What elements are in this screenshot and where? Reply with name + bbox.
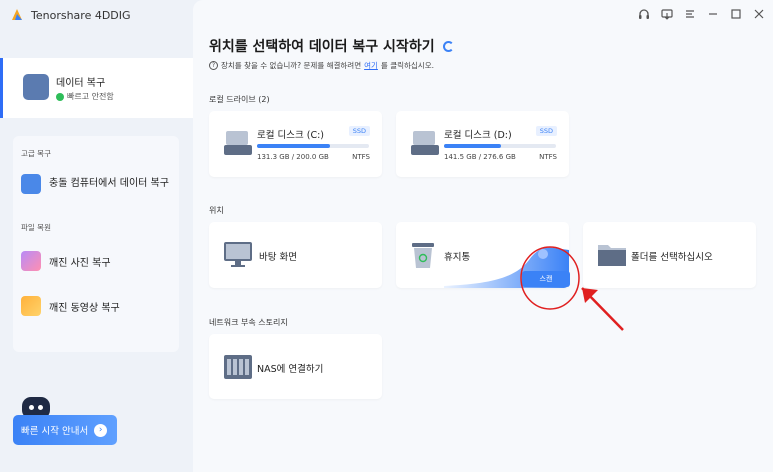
drive-type-badge: SSD bbox=[348, 126, 370, 136]
location-label-text: 바탕 화면 bbox=[259, 252, 297, 263]
advanced-panel: 고급 복구 충돌 컴퓨터에서 데이터 복구 파일 복원 깨진 사진 복구 깨진 … bbox=[13, 136, 179, 352]
sidebar-item-label: 깨진 사진 복구 bbox=[49, 257, 111, 269]
drive-type-badge: SSD bbox=[535, 126, 557, 136]
window-controls bbox=[638, 7, 765, 21]
sidebar-item-video-repair[interactable]: 깨진 동영상 복구 bbox=[21, 296, 120, 316]
annotation-circle bbox=[520, 246, 580, 310]
sidebar-item-subtitle: 빠르고 안전함 bbox=[67, 92, 114, 101]
drive-filesystem: NTFS bbox=[539, 153, 557, 161]
sidebar-item-label: 깨진 동영상 복구 bbox=[49, 302, 120, 314]
photo-icon bbox=[21, 251, 41, 271]
arrow-right-icon: › bbox=[94, 423, 108, 437]
sidebar: Tenorshare 4DDIG 데이터 복구 빠르고 안전함 고급 복구 충돌… bbox=[0, 0, 193, 472]
sidebar-item-label: 충돌 컴퓨터에서 데이터 복구 bbox=[49, 178, 169, 189]
minimize-icon[interactable] bbox=[707, 7, 719, 21]
main-panel: 위치를 선택하여 데이터 복구 시작하기 ? 장치를 찾을 수 없습니까? 문제… bbox=[193, 0, 773, 472]
location-label-text: 폴더를 선택하십시오 bbox=[631, 252, 713, 263]
desktop-icon bbox=[224, 242, 252, 267]
drive-usage-bar bbox=[257, 144, 369, 148]
monitor-icon[interactable] bbox=[661, 7, 673, 21]
drive-name: 로컬 디스크 (C:) bbox=[257, 130, 324, 141]
menu-icon[interactable] bbox=[684, 7, 696, 21]
quick-start-button[interactable]: 빠른 시작 안내서 › bbox=[13, 415, 117, 445]
disk-icon bbox=[224, 131, 252, 157]
logo-icon bbox=[12, 9, 22, 20]
sidebar-item-data-recovery[interactable]: 데이터 복구 빠르고 안전함 bbox=[0, 58, 193, 118]
page-title: 위치를 선택하여 데이터 복구 시작하기 bbox=[209, 36, 454, 56]
recycle-bin-icon bbox=[412, 243, 434, 268]
shield-icon bbox=[56, 92, 64, 101]
file-repair-label: 파일 복원 bbox=[21, 223, 51, 232]
local-drives-label: 로컬 드라이브 (2) bbox=[209, 95, 270, 104]
location-label-text: NAS에 연결하기 bbox=[257, 364, 324, 375]
video-icon bbox=[21, 296, 41, 316]
close-icon[interactable] bbox=[753, 7, 765, 21]
sidebar-item-photo-repair[interactable]: 깨진 사진 복구 bbox=[21, 251, 111, 271]
location-desktop[interactable]: 바탕 화면 bbox=[209, 222, 382, 288]
help-link[interactable]: 여기 bbox=[364, 60, 378, 71]
drive-name: 로컬 디스크 (D:) bbox=[444, 130, 512, 141]
sidebar-item-crashed-pc[interactable]: 충돌 컴퓨터에서 데이터 복구 bbox=[21, 174, 171, 194]
quick-start-label: 빠른 시작 안내서 bbox=[21, 426, 89, 437]
crashed-pc-icon bbox=[21, 174, 41, 194]
drive-card-d[interactable]: 로컬 디스크 (D:) SSD 141.5 GB / 276.6 GB NTFS bbox=[396, 111, 569, 177]
maximize-icon[interactable] bbox=[730, 7, 742, 21]
headset-icon[interactable] bbox=[638, 7, 650, 21]
network-storage-label: 네트워크 부속 스토리지 bbox=[209, 318, 288, 327]
nas-icon bbox=[224, 355, 252, 379]
tools-icon bbox=[23, 74, 49, 100]
location-label: 위치 bbox=[209, 206, 224, 215]
refresh-icon[interactable] bbox=[442, 40, 454, 52]
drive-filesystem: NTFS bbox=[352, 153, 370, 161]
nas-connect-card[interactable]: NAS에 연결하기 bbox=[209, 334, 382, 399]
app-title: Tenorshare 4DDIG bbox=[31, 8, 131, 22]
drive-usage-bar bbox=[444, 144, 556, 148]
sidebar-item-label: 데이터 복구 bbox=[56, 78, 106, 89]
disk-icon bbox=[411, 131, 439, 157]
drive-size: 141.5 GB / 276.6 GB bbox=[444, 153, 516, 161]
annotation-overlay bbox=[520, 246, 624, 331]
app-logo: Tenorshare 4DDIG bbox=[9, 7, 131, 23]
drive-size: 131.3 GB / 200.0 GB bbox=[257, 153, 329, 161]
question-icon: ? bbox=[209, 61, 218, 70]
help-text: ? 장치를 찾을 수 없습니까? 문제를 해결하려면 여기 를 클릭하십시오. bbox=[209, 60, 434, 71]
advanced-label: 고급 복구 bbox=[21, 149, 51, 158]
drive-card-c[interactable]: 로컬 디스크 (C:) SSD 131.3 GB / 200.0 GB NTFS bbox=[209, 111, 382, 177]
